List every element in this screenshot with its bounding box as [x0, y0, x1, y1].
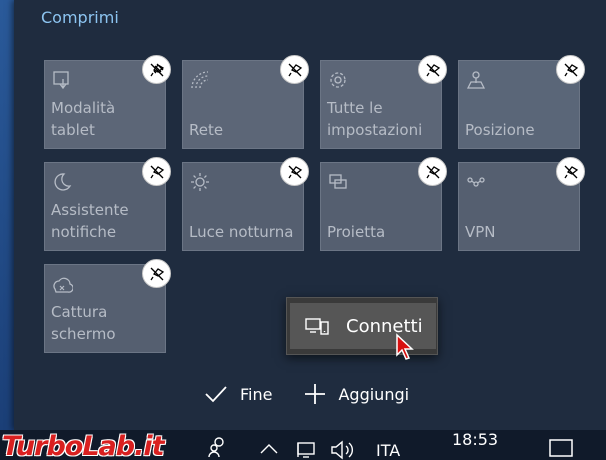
- add-label: Aggiungi: [338, 384, 410, 404]
- show-hidden-icons-chevron-icon[interactable]: [259, 443, 279, 455]
- done-button[interactable]: Fine: [204, 384, 272, 404]
- plus-icon: [305, 384, 326, 404]
- tile-label: Posizione: [465, 121, 535, 139]
- unpin-icon: [425, 165, 440, 178]
- brightness-icon: [191, 173, 209, 191]
- unpin-button[interactable]: [142, 157, 171, 186]
- unpin-icon: [563, 63, 578, 76]
- action-center-notification-icon[interactable]: [548, 438, 574, 460]
- input-language-indicator[interactable]: ITA: [376, 441, 400, 460]
- unpin-icon: [287, 63, 302, 76]
- unpin-button[interactable]: [556, 157, 585, 186]
- people-icon[interactable]: [206, 435, 230, 459]
- unpin-button[interactable]: [418, 55, 447, 84]
- volume-icon[interactable]: [330, 440, 356, 460]
- watermark-logo: TurboLab.it: [2, 431, 165, 460]
- unpin-icon: [149, 267, 164, 280]
- mouse-cursor-icon: [396, 333, 414, 360]
- unpin-icon: [149, 165, 164, 178]
- tile-label: Luce notturna: [189, 223, 294, 241]
- add-quick-action-menu: Connetti: [286, 297, 438, 355]
- project-icon: [329, 174, 347, 189]
- network-status-icon[interactable]: [296, 440, 318, 460]
- done-label: Fine: [240, 384, 273, 404]
- tile-location[interactable]: Posizione: [458, 55, 585, 149]
- vpn-icon: [467, 177, 485, 187]
- unpin-icon: [149, 63, 164, 76]
- tile-all-settings[interactable]: Tutte le impostazioni: [320, 55, 447, 149]
- add-button[interactable]: Aggiungi: [304, 383, 409, 405]
- unpin-icon: [425, 63, 440, 76]
- desktop-background: [0, 0, 14, 430]
- tile-project[interactable]: Proietta: [320, 157, 447, 251]
- tablet-mode-icon: [53, 71, 69, 90]
- unpin-icon: [287, 165, 302, 178]
- tile-label: Modalità tablet: [51, 99, 116, 139]
- tile-label: Tutte le impostazioni: [327, 99, 423, 139]
- unpin-button[interactable]: [142, 259, 171, 288]
- taskbar-clock[interactable]: 18:53: [452, 430, 498, 449]
- moon-icon: [54, 173, 72, 191]
- network-icon: [191, 71, 209, 89]
- tile-screen-snip[interactable]: Cattura schermo: [44, 259, 171, 353]
- edit-actions-bar: Fine Aggiungi: [204, 378, 409, 410]
- unpin-button[interactable]: [280, 55, 309, 84]
- tile-tablet-mode[interactable]: Modalità tablet: [44, 55, 171, 149]
- unpin-button[interactable]: [418, 157, 447, 186]
- collapse-link[interactable]: Comprimi: [41, 8, 119, 27]
- tile-night-light[interactable]: Luce notturna: [182, 157, 309, 251]
- unpin-button[interactable]: [142, 55, 171, 84]
- tile-label: VPN: [465, 223, 496, 241]
- tile-label: Cattura schermo: [51, 303, 116, 343]
- tile-label: Rete: [189, 121, 224, 139]
- tile-label: Proietta: [327, 223, 386, 241]
- tile-focus-assist[interactable]: Assistente notifiche: [44, 157, 171, 251]
- tile-network[interactable]: Rete: [182, 55, 309, 149]
- snip-icon: [53, 277, 73, 293]
- tile-label: Assistente notifiche: [51, 201, 129, 241]
- location-icon: [466, 71, 486, 89]
- unpin-button[interactable]: [556, 55, 585, 84]
- unpin-button[interactable]: [280, 157, 309, 186]
- connect-icon: [305, 318, 329, 335]
- gear-icon: [330, 72, 346, 88]
- tile-vpn[interactable]: VPN: [458, 157, 585, 251]
- checkmark-icon: [205, 386, 227, 403]
- unpin-icon: [563, 165, 578, 178]
